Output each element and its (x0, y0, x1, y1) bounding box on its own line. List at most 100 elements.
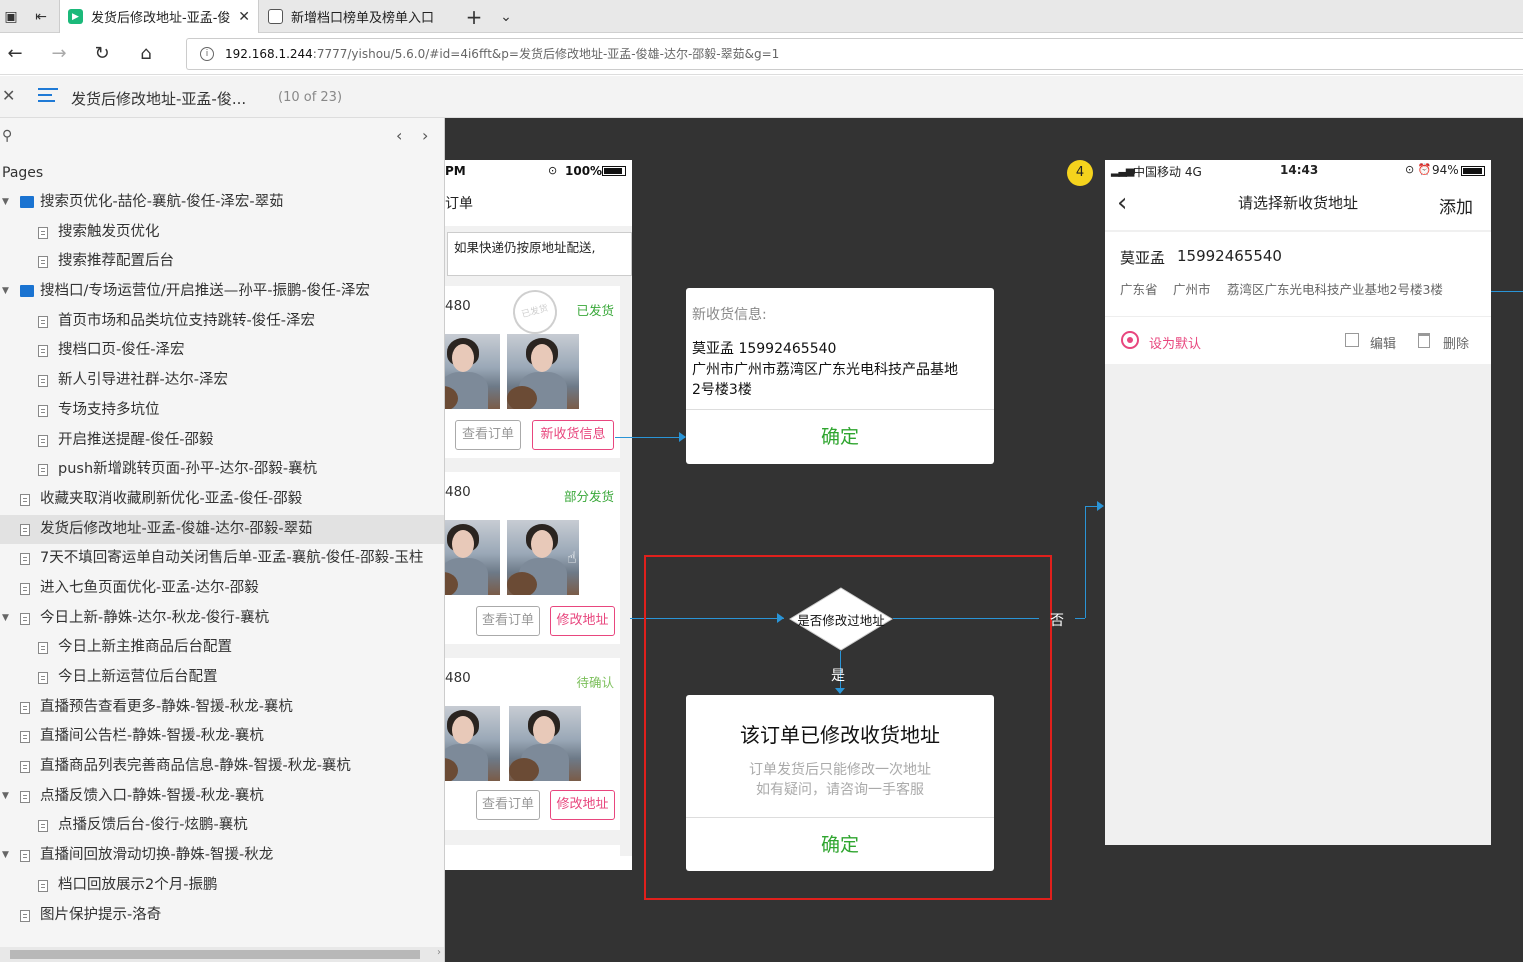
set-default-label[interactable]: 设为默认 (1149, 333, 1201, 352)
window-menu-icon[interactable]: ▣ (2, 8, 20, 26)
order-status: 已发货 (576, 303, 614, 318)
addr-phone: 15992465540 (1177, 247, 1282, 265)
browser-tab-bar: ▣ ⇤ ▶ 发货后修改地址-亚孟-俊 ✕ 新增档口榜单及榜单入口 + ⌄ (0, 0, 1523, 33)
sidebar-item-label: 搜索页优化-喆伦-襄航-俊任-泽宏-翠茹 (40, 194, 284, 210)
back-icon[interactable]: ← (4, 43, 26, 65)
confirm-button[interactable]: 确定 (686, 817, 994, 871)
prev-page-icon[interactable]: ‹ (396, 126, 402, 145)
arrow-head (679, 432, 686, 442)
sidebar-item[interactable]: 收藏夹取消收藏刷新优化-亚孟-俊任-邵毅 (0, 485, 444, 515)
page-icon (20, 523, 30, 536)
tab-other[interactable]: 新增档口榜单及榜单入口 (260, 0, 456, 33)
sidebar-item[interactable]: 首页市场和品类坑位支持跳转-俊任-泽宏 (0, 307, 444, 337)
delete-button[interactable]: 删除 (1443, 333, 1469, 352)
sidebar-item[interactable]: 进入七鱼页面优化-亚孟-达尔-邵毅 (0, 574, 444, 604)
info-icon[interactable]: i (200, 47, 214, 61)
edit-icon[interactable] (1345, 333, 1359, 347)
expand-toggle-icon[interactable]: ▼ (2, 277, 9, 307)
sidebar-item[interactable]: ▼ 搜索页优化-喆伦-襄航-俊任-泽宏-翠茹 (0, 188, 444, 218)
address-phone-mockup: ▂▃▅ 中国移动 4G 14:43 ⊙ ⏰ 94% ‹ 请选择新收货地址 添加 … (1105, 160, 1491, 845)
new-tab-icon[interactable]: + (465, 7, 483, 27)
order-card[interactable]: 480 已发货 已发货 查看订单 新收货信息 (445, 285, 620, 458)
expand-toggle-icon[interactable]: ▼ (2, 841, 9, 871)
order-card[interactable]: 480 待确认 查看订单 修改地址 (445, 658, 620, 830)
order-id: 480 (445, 298, 471, 314)
sidebar-item[interactable]: 直播预告查看更多-静姝-智援-秋龙-襄杭 (0, 693, 444, 723)
tab-current[interactable]: ▶ 发货后修改地址-亚孟-俊 ✕ (59, 0, 259, 33)
sidebar-item[interactable]: 发货后修改地址-亚孟-俊雄-达尔-邵毅-翠茹 (0, 514, 444, 545)
address-item[interactable]: 莫亚孟 15992465540 广东省 广州市 荔湾区广东光电科技产业基地2号楼… (1105, 232, 1491, 364)
order-card (445, 845, 620, 859)
expand-toggle-icon[interactable]: ▼ (2, 604, 9, 634)
product-image[interactable] (445, 706, 500, 781)
sidebar-item-label: 今日上新主推商品后台配置 (58, 639, 232, 656)
modify-address-button[interactable]: 修改地址 (550, 606, 615, 636)
tab-actions-icon[interactable]: ⇤ (32, 8, 50, 26)
forward-icon[interactable]: → (48, 43, 70, 65)
chevron-down-icon[interactable]: ⌄ (497, 8, 515, 26)
sidebar-item-label: 图片保护提示-洛奇 (40, 906, 162, 923)
sitemap-menu-icon[interactable] (38, 88, 58, 104)
close-icon[interactable]: ✕ (2, 86, 15, 105)
page-icon (38, 315, 48, 328)
dialog-address: 2号楼3楼 (692, 382, 752, 398)
sidebar-item[interactable]: 今日上新主推商品后台配置 (0, 633, 444, 663)
sidebar-item[interactable]: 搜档口页-俊任-泽宏 (0, 336, 444, 366)
new-address-info-button[interactable]: 新收货信息 (532, 420, 614, 450)
view-order-button[interactable]: 查看订单 (476, 790, 540, 820)
reload-icon[interactable]: ↻ (91, 43, 113, 65)
sidebar-item-label: push新增跳转页面-孙平-达尔-邵毅-襄杭 (58, 461, 318, 478)
sidebar-item[interactable]: ▼ 搜档口/专场运营位/开启推送—孙平-振鹏-俊任-泽宏 (0, 277, 444, 307)
sidebar-item[interactable]: push新增跳转页面-孙平-达尔-邵毅-襄杭 (0, 455, 444, 485)
addr-province: 广东省 (1120, 282, 1158, 297)
sidebar-item-label: 直播间回放滑动切换-静姝-智援-秋龙 (40, 847, 274, 864)
page-favicon-icon (268, 9, 283, 24)
edit-button[interactable]: 编辑 (1370, 333, 1396, 352)
home-icon[interactable]: ⌂ (135, 43, 157, 65)
horizontal-scrollbar[interactable]: › (0, 947, 444, 962)
expand-toggle-icon[interactable]: ▼ (2, 782, 9, 812)
scroll-right-icon[interactable]: › (437, 947, 441, 958)
modify-address-button[interactable]: 修改地址 (550, 790, 615, 820)
folder-icon (20, 285, 34, 298)
sidebar-item[interactable]: 点播反馈后台-俊行-炫鹏-襄杭 (0, 811, 444, 841)
next-page-icon[interactable]: › (422, 126, 428, 145)
url-host: 192.168.1.244 (225, 47, 313, 61)
sidebar-item[interactable]: ▼ 直播间回放滑动切换-静姝-智援-秋龙 (0, 841, 444, 871)
sidebar-item[interactable]: 7天不填回寄运单自动关闭售后单-亚孟-襄航-俊任-邵毅-玉柱 (0, 544, 444, 574)
url-input[interactable]: i 192.168.1.244:7777/yishou/5.6.0/#id=4i… (186, 38, 1523, 70)
scrollbar-thumb[interactable] (10, 950, 420, 959)
product-image[interactable] (445, 334, 500, 409)
order-id: 480 (445, 670, 471, 686)
sidebar-item[interactable]: 今日上新运营位后台配置 (0, 663, 444, 693)
status-bar: ▂▃▅ 中国移动 4G 14:43 ⊙ ⏰ 94% (1105, 160, 1491, 182)
close-icon[interactable]: ✕ (238, 9, 250, 25)
product-image[interactable] (445, 520, 500, 595)
sidebar-item[interactable]: 图片保护提示-洛奇 (0, 901, 444, 931)
default-radio-icon[interactable] (1121, 331, 1139, 349)
sidebar-item[interactable]: 搜索触发页优化 (0, 218, 444, 248)
add-address-button[interactable]: 添加 (1439, 193, 1473, 218)
sidebar-item[interactable]: 直播间公告栏-静姝-智援-秋龙-襄杭 (0, 722, 444, 752)
sidebar-item[interactable]: 开启推送提醒-俊任-邵毅 (0, 426, 444, 456)
sidebar-item[interactable]: 搜索推荐配置后台 (0, 247, 444, 277)
sidebar-item[interactable]: 档口回放展示2个月-振鹏 (0, 871, 444, 901)
sidebar-item[interactable]: 新人引导进社群-达尔-泽宏 (0, 366, 444, 396)
battery-icon (1461, 166, 1485, 176)
order-card[interactable]: 480 部分发货 查看订单 修改地址 (445, 472, 620, 644)
confirm-button[interactable]: 确定 (686, 409, 994, 464)
nav-header: ‹ 请选择新收货地址 添加 (1105, 182, 1491, 230)
product-image[interactable] (509, 706, 581, 781)
sidebar-item[interactable]: 直播商品列表完善商品信息-静姝-智援-秋龙-襄杭 (0, 752, 444, 782)
expand-toggle-icon[interactable]: ▼ (2, 188, 9, 218)
sidebar-item[interactable]: ▼ 今日上新-静姝-达尔-秋龙-俊行-襄杭 (0, 604, 444, 634)
product-image[interactable] (507, 334, 579, 409)
sidebar-item[interactable]: 专场支持多坑位 (0, 396, 444, 426)
view-order-button[interactable]: 查看订单 (476, 606, 540, 636)
connector-line (1491, 291, 1523, 292)
search-icon[interactable]: ⚲ (2, 128, 12, 144)
view-order-button[interactable]: 查看订单 (455, 420, 521, 450)
sidebar-item[interactable]: ▼ 点播反馈入口-静姝-智援-秋龙-襄杭 (0, 782, 444, 812)
page-icon (38, 820, 48, 833)
delete-icon[interactable] (1418, 333, 1430, 348)
